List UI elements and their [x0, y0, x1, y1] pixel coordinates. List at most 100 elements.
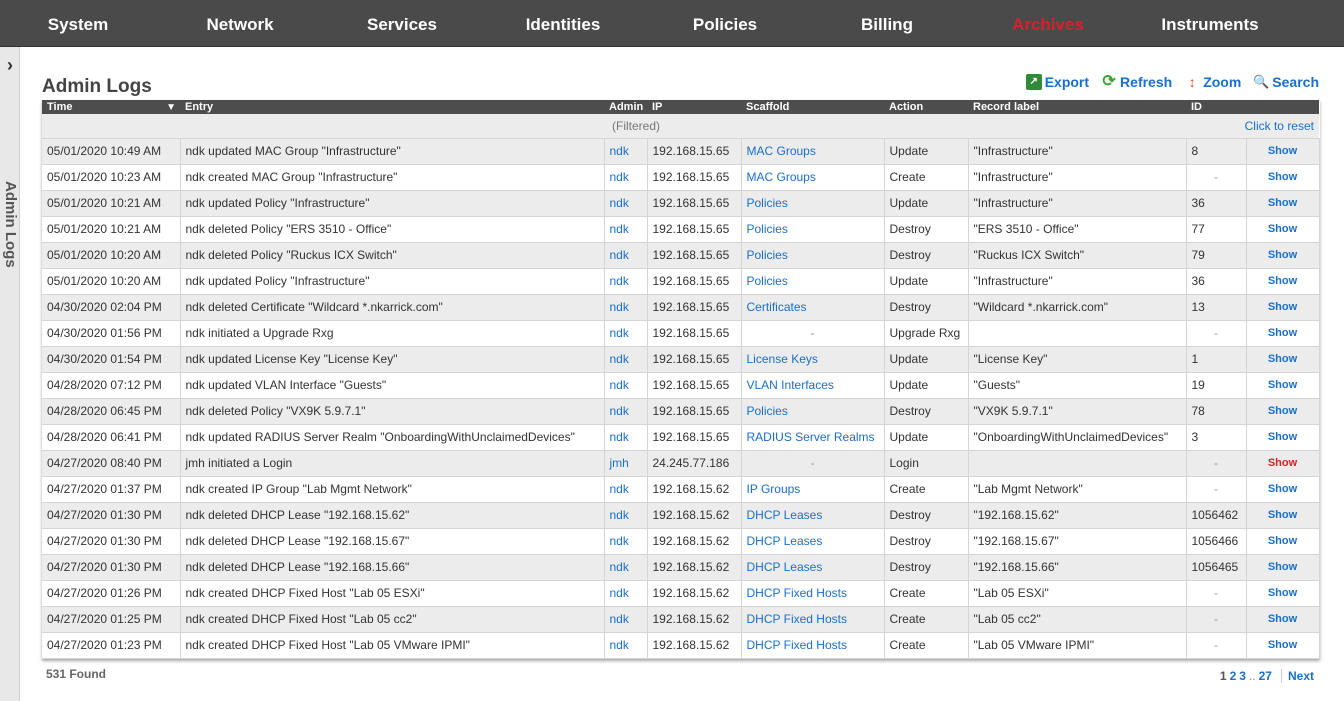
cell-scaffold[interactable]: Certificates — [741, 294, 885, 321]
cell-admin-link[interactable]: ndk — [610, 352, 629, 366]
cell-admin-link[interactable]: ndk — [610, 274, 629, 288]
nav-services[interactable]: Services — [321, 0, 483, 47]
show-button[interactable]: Show — [1246, 528, 1320, 555]
cell-scaffold[interactable]: Policies — [741, 242, 885, 269]
cell-scaffold[interactable]: DHCP Leases — [741, 502, 885, 529]
search-button[interactable]: 🔍 Search — [1253, 74, 1319, 90]
nav-billing[interactable]: Billing — [806, 0, 968, 47]
show-button[interactable]: Show — [1246, 398, 1320, 425]
sidebar-collapsed[interactable]: › Admin Logs — [0, 47, 20, 701]
cell-admin[interactable]: ndk — [604, 528, 648, 555]
cell-admin[interactable]: ndk — [604, 216, 648, 243]
cell-admin[interactable]: ndk — [604, 164, 648, 191]
cell-scaffold[interactable]: Policies — [741, 216, 885, 243]
cell-admin-link[interactable]: ndk — [610, 560, 629, 574]
show-button[interactable]: Show — [1246, 138, 1320, 165]
cell-scaffold-link[interactable]: Certificates — [747, 300, 807, 314]
cell-scaffold-link[interactable]: License Keys — [747, 352, 818, 366]
sort-desc-icon[interactable]: ▼ — [166, 101, 176, 115]
column-header-scaffold[interactable]: Scaffold — [741, 100, 884, 114]
show-button[interactable]: Show — [1246, 580, 1320, 607]
column-header-actions[interactable] — [1246, 100, 1319, 114]
cell-admin[interactable]: ndk — [604, 268, 648, 295]
sidebar-label[interactable]: Admin Logs — [0, 181, 20, 268]
cell-admin-link[interactable]: ndk — [610, 248, 629, 262]
show-button[interactable]: Show — [1246, 294, 1320, 321]
show-button[interactable]: Show — [1246, 216, 1320, 243]
column-header-ip[interactable]: IP — [647, 100, 741, 114]
cell-scaffold[interactable]: VLAN Interfaces — [741, 372, 885, 399]
show-button[interactable]: Show — [1246, 164, 1320, 191]
cell-admin-link[interactable]: ndk — [610, 222, 629, 236]
cell-scaffold[interactable]: RADIUS Server Realms — [741, 424, 885, 451]
show-button[interactable]: Show — [1246, 320, 1320, 347]
cell-admin-link[interactable]: ndk — [610, 534, 629, 548]
show-button[interactable]: Show — [1246, 242, 1320, 269]
cell-scaffold[interactable]: Policies — [741, 190, 885, 217]
zoom-button[interactable]: ↕ Zoom — [1184, 74, 1242, 90]
column-header-time[interactable]: Time ▼ — [42, 100, 180, 114]
cell-admin[interactable]: ndk — [604, 632, 648, 659]
cell-scaffold-link[interactable]: DHCP Fixed Hosts — [747, 612, 847, 626]
cell-admin[interactable]: ndk — [604, 554, 648, 581]
cell-scaffold-link[interactable]: Policies — [747, 248, 788, 262]
cell-admin[interactable]: ndk — [604, 346, 648, 373]
page-last[interactable]: 27 — [1259, 669, 1272, 683]
cell-scaffold[interactable]: DHCP Fixed Hosts — [741, 632, 885, 659]
cell-admin-link[interactable]: ndk — [610, 404, 629, 418]
cell-admin-link[interactable]: jmh — [610, 456, 629, 470]
cell-scaffold[interactable]: DHCP Leases — [741, 528, 885, 555]
cell-admin[interactable]: ndk — [604, 606, 648, 633]
cell-admin[interactable]: ndk — [604, 580, 648, 607]
show-button[interactable]: Show — [1246, 450, 1320, 477]
cell-scaffold[interactable]: DHCP Fixed Hosts — [741, 606, 885, 633]
cell-scaffold[interactable]: DHCP Fixed Hosts — [741, 580, 885, 607]
cell-admin[interactable]: jmh — [604, 450, 648, 477]
refresh-button[interactable]: ⟳ Refresh — [1101, 74, 1172, 91]
cell-admin-link[interactable]: ndk — [610, 586, 629, 600]
cell-scaffold[interactable]: MAC Groups — [741, 164, 885, 191]
cell-admin[interactable]: ndk — [604, 424, 648, 451]
nav-policies[interactable]: Policies — [644, 0, 806, 47]
cell-admin[interactable]: ndk — [604, 502, 648, 529]
cell-scaffold[interactable]: License Keys — [741, 346, 885, 373]
column-header-admin[interactable]: Admin — [604, 100, 647, 114]
cell-scaffold[interactable]: Policies — [741, 268, 885, 295]
cell-scaffold[interactable]: Policies — [741, 398, 885, 425]
cell-admin[interactable]: ndk — [604, 372, 648, 399]
cell-scaffold-link[interactable]: Policies — [747, 404, 788, 418]
cell-scaffold-link[interactable]: VLAN Interfaces — [747, 378, 834, 392]
click-to-reset-link[interactable]: Click to reset — [1186, 114, 1319, 139]
show-button[interactable]: Show — [1246, 424, 1320, 451]
cell-admin-link[interactable]: ndk — [610, 430, 629, 444]
show-button[interactable]: Show — [1246, 346, 1320, 373]
cell-admin-link[interactable]: ndk — [610, 170, 629, 184]
cell-scaffold-link[interactable]: IP Groups — [747, 482, 801, 496]
cell-scaffold-link[interactable]: MAC Groups — [747, 144, 816, 158]
cell-admin[interactable]: ndk — [604, 476, 648, 503]
cell-admin-link[interactable]: ndk — [610, 378, 629, 392]
cell-admin[interactable]: ndk — [604, 294, 648, 321]
cell-scaffold-link[interactable]: DHCP Leases — [747, 560, 823, 574]
cell-admin-link[interactable]: ndk — [610, 638, 629, 652]
nav-archives[interactable]: Archives — [967, 0, 1129, 47]
cell-scaffold-link[interactable]: Policies — [747, 274, 788, 288]
show-button[interactable]: Show — [1246, 632, 1320, 659]
cell-admin-link[interactable]: ndk — [610, 508, 629, 522]
show-button[interactable]: Show — [1246, 476, 1320, 503]
cell-admin[interactable]: ndk — [604, 138, 648, 165]
cell-scaffold-link[interactable]: RADIUS Server Realms — [747, 430, 875, 444]
page-3[interactable]: 3 — [1239, 669, 1246, 683]
show-button[interactable]: Show — [1246, 268, 1320, 295]
cell-admin[interactable]: ndk — [604, 398, 648, 425]
show-button[interactable]: Show — [1246, 190, 1320, 217]
export-button[interactable]: ↗ Export — [1025, 74, 1089, 90]
nav-network[interactable]: Network — [159, 0, 321, 47]
chevron-right-icon[interactable]: › — [0, 51, 20, 79]
cell-admin-link[interactable]: ndk — [610, 326, 629, 340]
cell-scaffold-link[interactable]: DHCP Fixed Hosts — [747, 638, 847, 652]
cell-scaffold-link[interactable]: DHCP Leases — [747, 508, 823, 522]
cell-scaffold-link[interactable]: DHCP Leases — [747, 534, 823, 548]
show-button[interactable]: Show — [1246, 606, 1320, 633]
cell-scaffold[interactable]: IP Groups — [741, 476, 885, 503]
